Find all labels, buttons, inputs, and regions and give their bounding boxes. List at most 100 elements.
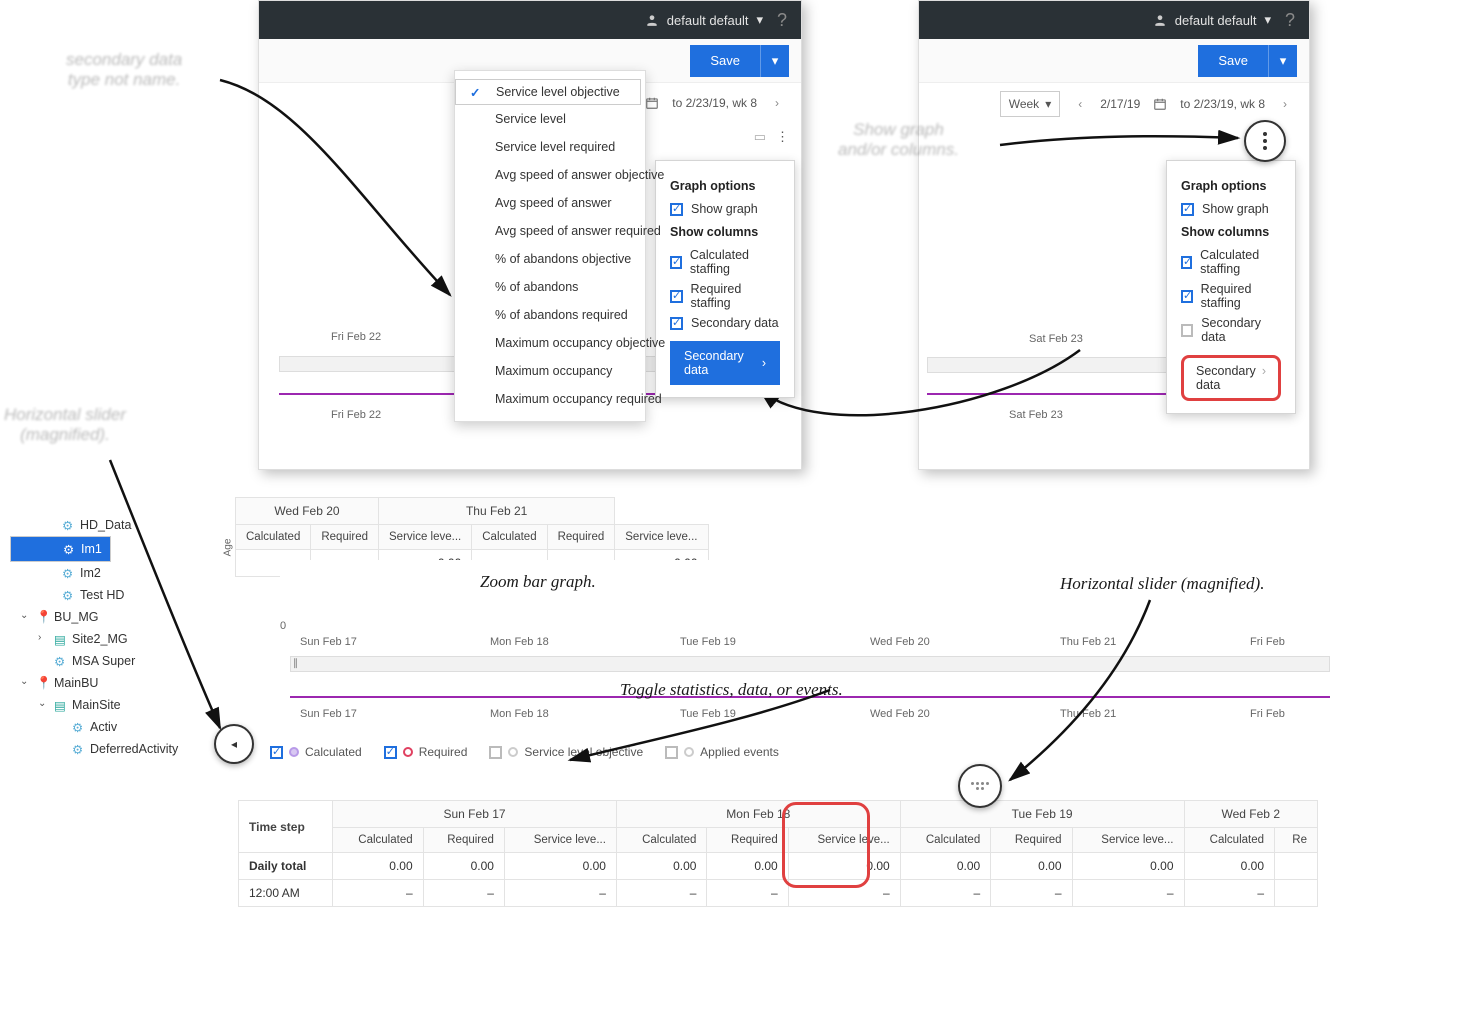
secondary-data-button[interactable]: Secondary data›: [670, 341, 780, 385]
menu-item-asar[interactable]: Avg speed of answer required: [455, 217, 645, 245]
pause-icon[interactable]: ∥: [293, 658, 298, 669]
menu-item-par[interactable]: % of abandons required: [455, 301, 645, 329]
building-icon: ▤: [54, 698, 66, 713]
save-button[interactable]: Save ▾: [1198, 45, 1297, 77]
help-icon[interactable]: ?: [1281, 10, 1299, 31]
secondary-data-row-highlight[interactable]: Secondary data›: [1181, 355, 1281, 401]
menu-item-slr[interactable]: Service level required: [455, 133, 645, 161]
menu-item-asa[interactable]: Avg speed of answer: [455, 189, 645, 217]
menu-item-asao[interactable]: Avg speed of answer objective: [455, 161, 645, 189]
chevron-left-icon[interactable]: ‹: [1068, 92, 1092, 116]
options-popover-right: Graph options Show graph Show columns Ca…: [1166, 160, 1296, 414]
axis-label: Sat Feb 23: [1009, 409, 1063, 421]
legend-required[interactable]: Required: [384, 745, 468, 759]
menu-item-moo[interactable]: Maximum occupancy objective: [455, 329, 645, 357]
legend-slo[interactable]: Service level objective: [489, 745, 643, 759]
tree-item-msa[interactable]: ⚙MSA Super: [10, 650, 218, 672]
user-icon: [645, 13, 659, 27]
gear-icon: ⚙: [72, 742, 83, 757]
caret-icon[interactable]: ⌄: [20, 610, 28, 621]
calendar-icon[interactable]: [1148, 92, 1172, 116]
tree-item-bumg[interactable]: ⌄📍BU_MG: [10, 606, 218, 628]
popover-heading: Show columns: [1181, 225, 1281, 239]
col-day: Wed Feb 20: [236, 498, 379, 525]
kebab-icon[interactable]: [1263, 132, 1267, 150]
caret-icon[interactable]: ⌄: [38, 698, 46, 709]
chevron-right-icon[interactable]: ›: [1273, 92, 1297, 116]
check-show-graph[interactable]: Show graph: [1181, 199, 1281, 219]
bubble-icon[interactable]: ▭: [754, 129, 766, 145]
save-button[interactable]: Save ▾: [690, 45, 789, 77]
col-sub: Required: [547, 525, 615, 550]
menu-item-mor[interactable]: Maximum occupancy required: [455, 385, 645, 413]
annotation-toggle: Toggle statistics, data, or events.: [620, 680, 843, 700]
date-to-text: to 2/23/19, wk 8: [1180, 97, 1265, 111]
tree-item-mainbu[interactable]: ⌄📍MainBU: [10, 672, 218, 694]
menu-item-slo[interactable]: Service level objective: [455, 79, 641, 105]
date-from-text: 2/17/19: [1100, 97, 1140, 111]
col-sub: Required: [311, 525, 379, 550]
check-req-staffing[interactable]: Required staffing: [1181, 279, 1281, 313]
col-sub: Calculated: [472, 525, 547, 550]
check-show-graph[interactable]: Show graph: [670, 199, 780, 219]
menu-item-pa[interactable]: % of abandons: [455, 273, 645, 301]
drag-handle-icon[interactable]: [971, 782, 989, 790]
pin-icon: 📍: [36, 610, 52, 625]
options-popover-left: Graph options Show graph Show columns Ca…: [655, 160, 795, 398]
user-menu[interactable]: default default ▾: [645, 12, 763, 28]
menu-item-mo[interactable]: Maximum occupancy: [455, 357, 645, 385]
check-sec-data[interactable]: Secondary data: [670, 313, 780, 333]
tree-item-site2[interactable]: ›▤Site2_MG: [10, 628, 218, 650]
chevron-right-icon[interactable]: ›: [765, 91, 789, 115]
col-sub: Service leve...: [379, 525, 472, 550]
chevron-down-icon[interactable]: ▾: [761, 53, 789, 69]
collapse-left-icon[interactable]: ◂: [231, 737, 237, 751]
help-icon[interactable]: ?: [773, 10, 791, 31]
tree-item-testhd[interactable]: ⚙Test HD: [10, 584, 218, 606]
user-icon: [1153, 13, 1167, 27]
pin-icon: 📍: [36, 676, 52, 691]
gear-icon: ⚙: [62, 518, 73, 533]
menu-item-pao[interactable]: % of abandons objective: [455, 245, 645, 273]
y-axis-label: Age: [222, 539, 233, 557]
date-range-row: Week▾ ‹ 2/17/19 to 2/23/19, wk 8 ›: [919, 83, 1309, 125]
chevron-down-icon[interactable]: ▾: [1269, 53, 1297, 69]
menu-item-sl[interactable]: Service level: [455, 105, 645, 133]
granularity-select[interactable]: Week▾: [1000, 91, 1061, 117]
check-calc-staffing[interactable]: Calculated staffing: [1181, 245, 1281, 279]
kebab-icon[interactable]: ⋮: [776, 129, 789, 145]
gear-icon: ⚙: [54, 654, 65, 669]
axis-label: Fri Feb 22: [331, 331, 381, 343]
check-req-staffing[interactable]: Required staffing: [670, 279, 780, 313]
check-sec-data[interactable]: Secondary data: [1181, 313, 1281, 347]
building-icon: ▤: [54, 632, 66, 647]
tree-item-defact[interactable]: ⚙DeferredActivity: [10, 738, 218, 760]
tree-item-im1[interactable]: ⚙Im1: [10, 536, 111, 562]
caret-icon[interactable]: ⌄: [20, 676, 28, 687]
secondary-data-menu[interactable]: Service level objective Service level Se…: [454, 70, 646, 422]
legend-calculated[interactable]: Calculated: [270, 745, 362, 759]
tree-item-mainsite[interactable]: ⌄▤MainSite: [10, 694, 218, 716]
col-sub: Calculated: [236, 525, 311, 550]
user-menu[interactable]: default default ▾: [1153, 12, 1271, 28]
y-tick: 0: [280, 620, 286, 632]
col-timestep: Time step: [239, 801, 333, 853]
app-header: default default ▾ ?: [919, 1, 1309, 39]
gear-icon: ⚙: [62, 566, 73, 581]
tree-item-im2[interactable]: ⚙Im2: [10, 562, 218, 584]
horizontal-slider[interactable]: ∥: [290, 656, 1330, 672]
tree-item-activ[interactable]: ⚙Activ: [10, 716, 218, 738]
col-sub: Service leve...: [615, 525, 708, 550]
check-calc-staffing[interactable]: Calculated staffing: [670, 245, 780, 279]
col-day: Thu Feb 21: [379, 498, 615, 525]
axis-label: Sat Feb 23: [1029, 333, 1083, 345]
chevron-down-icon: ▾: [1045, 97, 1051, 111]
popover-heading: Show columns: [670, 225, 780, 239]
popover-heading: Graph options: [1181, 179, 1281, 193]
gear-icon: ⚙: [62, 588, 73, 603]
date-to-text: to 2/23/19, wk 8: [672, 96, 757, 110]
caret-icon[interactable]: ›: [38, 632, 41, 643]
tree-item-hddata[interactable]: ⚙HD_Data: [10, 514, 218, 536]
legend-events[interactable]: Applied events: [665, 745, 779, 759]
gear-icon: ⚙: [72, 720, 83, 735]
